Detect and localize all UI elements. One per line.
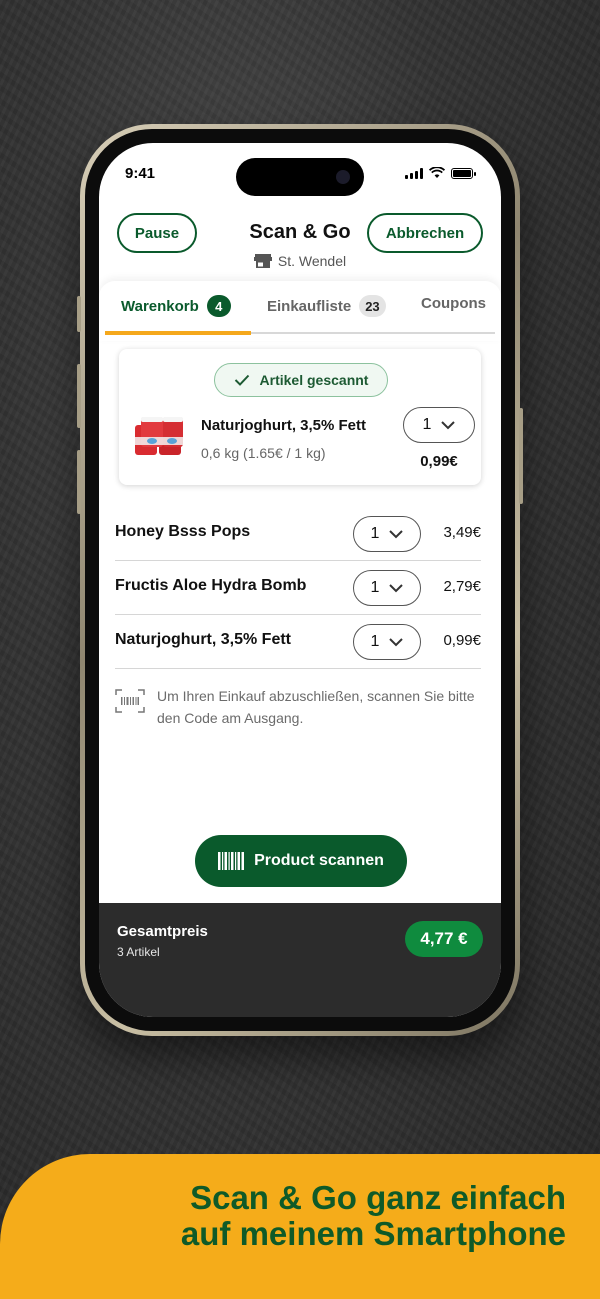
total-footer: Gesamtpreis 3 Artikel 4,77 € (99, 903, 501, 1017)
checkout-hint: Um Ihren Einkauf abzuschließen, scannen … (115, 685, 485, 729)
tab-badge: 23 (359, 295, 386, 317)
phone-bezel: 9:41 Pause Scan & Go St. Wendel Abbreche… (85, 129, 515, 1031)
barcode-scan-icon (115, 689, 145, 713)
store-icon (253, 254, 272, 268)
wifi-icon (429, 167, 445, 178)
status-icons (405, 167, 476, 179)
cart-item-row: Honey Bsss Pops 1 3,49€ (115, 507, 481, 561)
promo-line-1: Scan & Go ganz einfach (190, 1179, 566, 1216)
dynamic-island (236, 158, 364, 196)
signal-icon (405, 167, 423, 179)
quantity-value: 1 (370, 579, 380, 596)
scanned-status-text: Artikel gescannt (259, 372, 369, 388)
volume-down-button (77, 450, 81, 514)
promo-headline: Scan & Go ganz einfach auf meinem Smartp… (181, 1180, 566, 1252)
tab-warenkorb[interactable]: Warenkorb 4 (121, 295, 231, 317)
item-count: 3 Artikel (117, 945, 160, 959)
scanned-item-detail: 0,6 kg (1.65€ / 1 kg) (201, 445, 326, 461)
total-price-badge: 4,77 € (405, 921, 483, 957)
quantity-selector[interactable]: 1 (403, 407, 475, 443)
chevron-down-icon (389, 529, 404, 538)
scanned-status-badge: Artikel gescannt (214, 363, 388, 397)
cart-item-name: Honey Bsss Pops (115, 523, 251, 540)
scan-product-button[interactable]: Product scannen (195, 835, 407, 887)
barcode-icon (218, 852, 245, 870)
chevron-down-icon (389, 637, 404, 646)
cart-item-price: 0,99€ (443, 632, 481, 649)
status-time: 9:41 (125, 165, 156, 182)
cart-item-price: 2,79€ (443, 578, 481, 595)
cart-item-price: 3,49€ (443, 524, 481, 541)
quantity-value: 1 (370, 633, 380, 650)
scanned-item-price: 0,99€ (420, 453, 458, 470)
tab-coupons[interactable]: Coupons (421, 295, 486, 312)
battery-icon (451, 167, 476, 179)
tab-label: Warenkorb (121, 297, 199, 315)
tab-label: Coupons (421, 295, 486, 312)
camera-icon (336, 170, 350, 184)
tab-badge: 4 (206, 295, 231, 317)
quantity-value: 1 (422, 416, 432, 433)
quantity-selector[interactable]: 1 (353, 570, 421, 606)
tab-label: Einkaufliste (267, 297, 352, 315)
total-label: Gesamtpreis (117, 923, 208, 940)
phone-frame: 9:41 Pause Scan & Go St. Wendel Abbreche… (77, 124, 523, 1036)
cart-item-name: Fructis Aloe Hydra Bomb (115, 577, 307, 594)
cart-item-row: Naturjoghurt, 3,5% Fett 1 0,99€ (115, 615, 481, 669)
app-screen: 9:41 Pause Scan & Go St. Wendel Abbreche… (99, 143, 501, 1017)
scanned-item-name: Naturjoghurt, 3,5% Fett (201, 417, 367, 434)
quantity-selector[interactable]: 1 (353, 624, 421, 660)
scanned-item-card: Artikel gescannt Naturjoghurt, 3,5% Fett… (119, 349, 481, 485)
tab-active-indicator (105, 331, 251, 335)
quantity-value: 1 (370, 525, 380, 542)
checkout-hint-text: Um Ihren Einkauf abzuschließen, scannen … (157, 688, 475, 726)
promo-banner: Scan & Go ganz einfach auf meinem Smartp… (0, 1154, 600, 1299)
cart-item-row: Fructis Aloe Hydra Bomb 1 2,79€ (115, 561, 481, 615)
promo-line-2: auf meinem Smartphone (180, 1215, 566, 1252)
scan-button-label: Product scannen (254, 852, 384, 869)
store-name: St. Wendel (277, 253, 347, 269)
power-button (519, 408, 523, 504)
action-button (77, 296, 81, 332)
cart-item-name: Naturjoghurt, 3,5% Fett (115, 631, 292, 648)
check-icon (234, 374, 249, 386)
quantity-selector[interactable]: 1 (353, 516, 421, 552)
cancel-button[interactable]: Abbrechen (367, 213, 483, 253)
product-image (135, 417, 183, 455)
tab-einkaufliste[interactable]: Einkaufliste 23 (267, 295, 386, 317)
store-location: St. Wendel (99, 253, 501, 269)
volume-up-button (77, 364, 81, 428)
chevron-down-icon (441, 420, 456, 429)
chevron-down-icon (389, 583, 404, 592)
